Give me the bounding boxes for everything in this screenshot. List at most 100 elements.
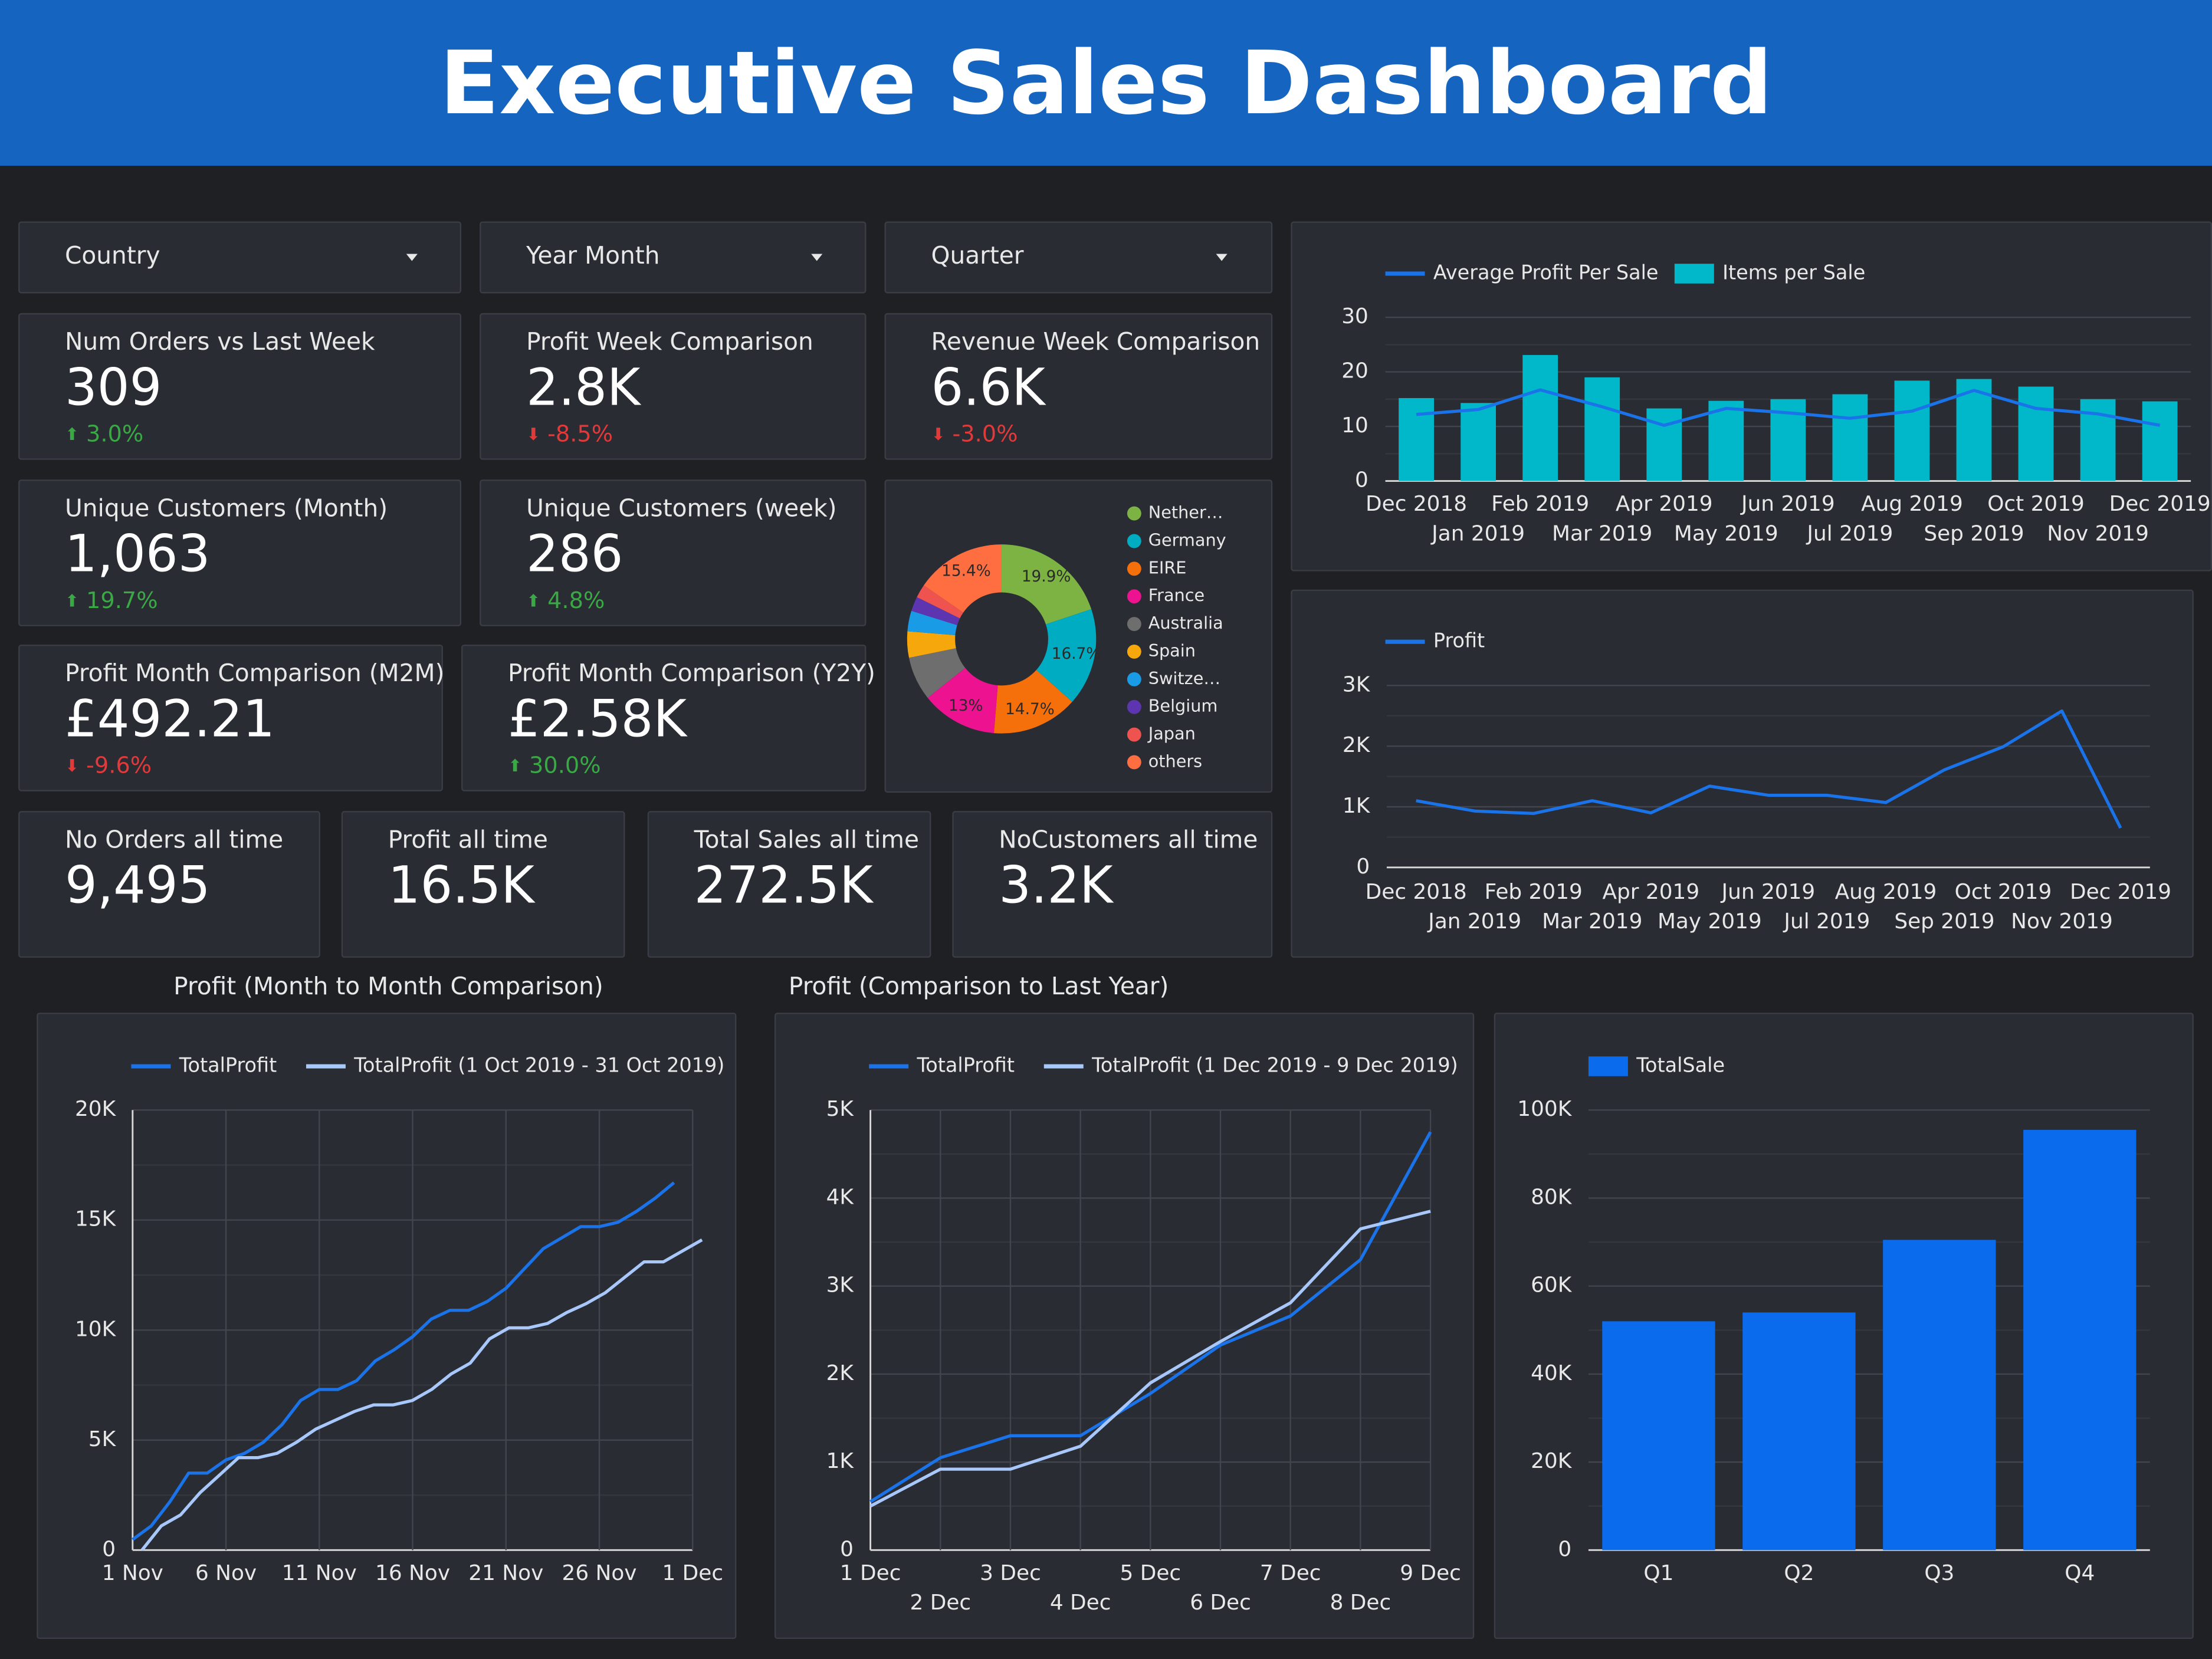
sales-quarter-chart: TotalSale 0 20K 40K 60K 80K 100K Q1 Q2 Q3 Q4 [1517, 1054, 2150, 1585]
kpi-customers-week: Unique Customers (week) 286 ⬆ 4.8% [480, 479, 867, 626]
slice-label: 16.7% [1052, 645, 1101, 663]
chevron-down-icon[interactable] [406, 254, 418, 261]
kpi-value: 272.5K [694, 858, 873, 916]
legend-label: TotalProfit [917, 1054, 1015, 1077]
kpi-orders-week: Num Orders vs Last Week 309 ⬆ 3.0% [18, 313, 462, 460]
y-tick-label: 10 [1341, 413, 1368, 438]
x-tick-label: Oct 2019 [1955, 880, 2052, 904]
bar [1646, 408, 1682, 481]
y-tick-label: 30 [1341, 304, 1368, 328]
x-tick-label: Apr 2019 [1602, 880, 1699, 904]
kpi-label: Profit Month Comparison (M2M) [65, 660, 445, 689]
bar [1883, 1240, 1996, 1550]
profit-m2m-chart: TotalProfit TotalProfit (1 Oct 2019 - 31 … [75, 1054, 724, 1585]
kpi-value: £2.58K [507, 691, 687, 749]
quarter-filter[interactable]: Quarter [884, 221, 1273, 294]
y-tick-label: 0 [1356, 855, 1370, 879]
x-tick-label: Q1 [1643, 1561, 1673, 1585]
kpi-revenue-week: Revenue Week Comparison 6.6K ⬇ -3.0% [884, 313, 1273, 460]
x-tick-label: Jun 2019 [1721, 880, 1816, 904]
kpi-delta: ⬆ 3.0% [65, 421, 143, 447]
legend-label: Profit [1433, 629, 1485, 652]
arrow-up-icon: ⬆ [65, 590, 80, 610]
kpi-profit-week: Profit Week Comparison 2.8K ⬇ -8.5% [480, 313, 867, 460]
m2m-chart-title: Profit (Month to Month Comparison) [173, 973, 603, 1002]
x-tick-label: Oct 2019 [1987, 492, 2085, 516]
bar [1742, 1312, 1856, 1550]
kpi-value: 6.6K [931, 359, 1045, 418]
y-tick-label: 3K [1343, 672, 1371, 697]
kpi-orders-all: No Orders all time 9,495 [18, 811, 320, 958]
kpi-value: 3.2K [999, 858, 1113, 916]
kpi-delta: ⬇ -8.5% [526, 421, 613, 447]
country-donut-panel: 19.9% 16.7% 14.7% 13% 15.4% Nether… Germany EIR… [884, 479, 1273, 793]
y-tick-label: 1K [826, 1449, 855, 1473]
arrow-down-icon: ⬇ [65, 755, 80, 776]
combo-chart-panel: Average Profit Per Sale Items per Sale 0 10… [1291, 221, 2212, 571]
kpi-delta-value: 4.8% [547, 586, 605, 614]
slice-label: 14.7% [1005, 701, 1055, 718]
legend-swatch [1127, 534, 1141, 548]
series-line [132, 1181, 675, 1541]
x-tick-label: 26 Nov [562, 1561, 637, 1585]
kpi-label: Num Orders vs Last Week [65, 328, 375, 357]
x-tick-label: May 2019 [1674, 521, 1778, 546]
y-tick-label: 2K [826, 1361, 855, 1385]
country-filter[interactable]: Country [18, 221, 462, 294]
kpi-value: 2.8K [526, 359, 641, 418]
bar [1522, 354, 1558, 481]
profit-y2y-chart: TotalProfit TotalProfit (1 Dec 2019 - 9 D… [826, 1054, 1461, 1615]
year-month-filter-label: Year Month [526, 242, 660, 271]
legend-label: Switze… [1148, 668, 1220, 688]
y-tick-label: 0 [840, 1537, 854, 1561]
x-tick-label: Nov 2019 [2011, 909, 2113, 934]
year-month-filter[interactable]: Year Month [480, 221, 867, 294]
x-tick-label: 1 Nov [102, 1561, 163, 1585]
legend-swatch [1127, 617, 1141, 632]
x-tick-label: 9 Dec [1400, 1561, 1461, 1585]
x-tick-label: 21 Nov [468, 1561, 543, 1585]
bar [1602, 1321, 1715, 1550]
x-tick-label: Feb 2019 [1491, 492, 1589, 516]
kpi-value: 16.5K [388, 858, 534, 916]
dashboard-stage: Country Year Month Quarter Num Orders vs… [0, 0, 2212, 1659]
x-tick-label: 6 Nov [195, 1561, 257, 1585]
x-tick-label: 2 Dec [910, 1591, 971, 1615]
chevron-down-icon[interactable] [1216, 254, 1228, 261]
y2y-chart-panel: TotalProfit TotalProfit (1 Dec 2019 - 9 D… [774, 1013, 1475, 1640]
y2y-chart-title: Profit (Comparison to Last Year) [788, 973, 1169, 1002]
arrow-up-icon: ⬆ [526, 590, 541, 610]
country-filter-label: Country [65, 242, 160, 271]
y-tick-label: 1K [1343, 794, 1371, 818]
profit-line-panel: Profit 0 1K 2K 3K Dec 2018 Jan 2019 Feb 2019 Mar… [1291, 589, 2194, 958]
x-tick-label: 6 Dec [1190, 1591, 1251, 1615]
legend-label: Belgium [1148, 696, 1218, 716]
kpi-label: Profit Month Comparison (Y2Y) [507, 660, 875, 689]
kpi-delta-value: 3.0% [86, 420, 144, 448]
bar [1399, 397, 1434, 481]
legend-label: TotalProfit (1 Dec 2019 - 9 Dec 2019) [1091, 1054, 1458, 1077]
legend-swatch [1127, 561, 1141, 576]
x-tick-label: Mar 2019 [1552, 521, 1652, 546]
bar [1461, 403, 1496, 481]
y-tick-label: 2K [1343, 733, 1371, 757]
y-tick-label: 3K [826, 1273, 855, 1297]
x-tick-label: Aug 2019 [1835, 880, 1937, 904]
y-tick-label: 0 [1558, 1537, 1571, 1561]
kpi-delta: ⬇ -3.0% [931, 421, 1018, 447]
legend-swatch [1127, 644, 1141, 659]
quarter-filter-label: Quarter [931, 242, 1024, 271]
bar [2142, 401, 2178, 481]
kpi-customers-all: NoCustomers all time 3.2K [952, 811, 1273, 958]
chevron-down-icon[interactable] [811, 254, 823, 261]
kpi-value: 309 [65, 359, 162, 418]
x-tick-label: Q2 [1784, 1561, 1814, 1585]
kpi-label: Total Sales all time [694, 826, 919, 855]
legend-swatch [1674, 264, 1714, 284]
kpi-delta-value: -8.5% [547, 420, 613, 448]
x-tick-label: Dec 2019 [2109, 492, 2211, 516]
y-tick-label: 20K [75, 1097, 117, 1121]
slice-label: 13% [949, 697, 983, 715]
x-tick-label: 1 Dec [662, 1561, 723, 1585]
x-tick-label: 3 Dec [980, 1561, 1041, 1585]
